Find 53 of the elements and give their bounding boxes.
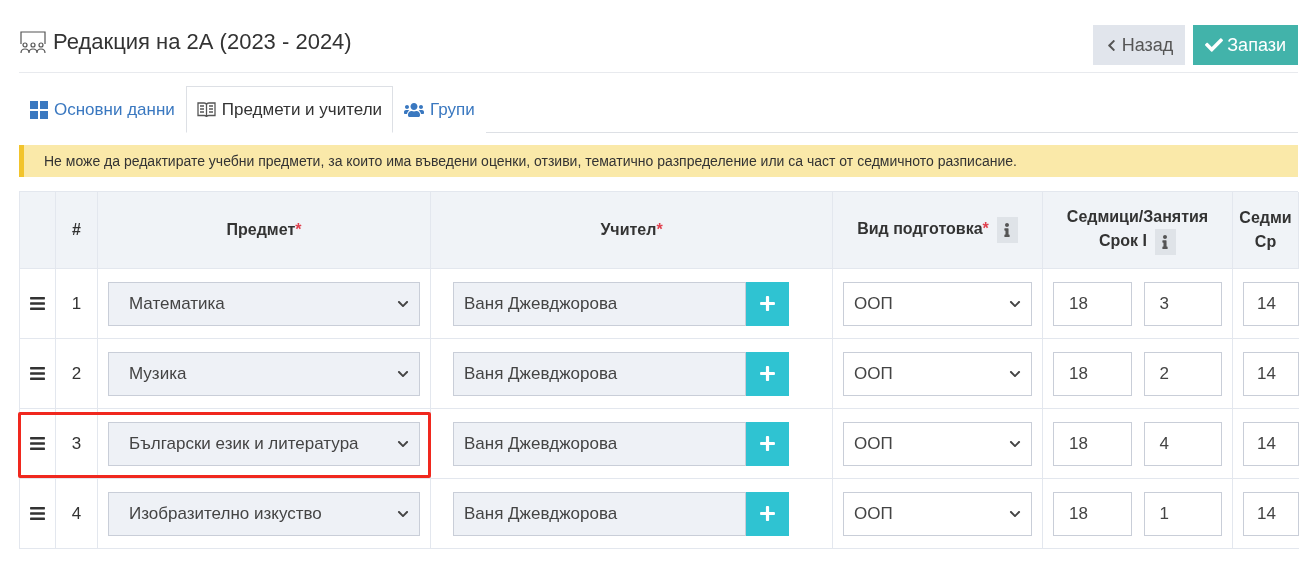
weeks-field[interactable]: 18 bbox=[1053, 351, 1132, 396]
plus-icon bbox=[759, 505, 776, 522]
row-number: 3 bbox=[71, 433, 82, 454]
plus-icon bbox=[759, 365, 776, 382]
users-icon bbox=[404, 100, 425, 120]
header-cell: Учител* bbox=[431, 192, 833, 269]
weeks-field[interactable]: 14 bbox=[1243, 421, 1299, 466]
lessons-field[interactable]: 4 bbox=[1143, 421, 1222, 466]
warning-alert: Не може да редактирате учебни предмети, за които има въведени оценки, отзиви, тематично разпределение или са част от седмичното разписание. bbox=[19, 145, 1298, 177]
weeks-field[interactable]: 14 bbox=[1243, 351, 1299, 396]
row-number: 1 bbox=[71, 293, 82, 314]
drag-handle-icon[interactable] bbox=[30, 365, 45, 382]
lessons-field[interactable]: 3 bbox=[1143, 281, 1222, 326]
book-icon bbox=[196, 101, 216, 118]
back-button[interactable]: Назад bbox=[1092, 25, 1186, 65]
weeks-field[interactable]: 18 bbox=[1053, 281, 1132, 326]
info-icon[interactable] bbox=[996, 217, 1018, 243]
subject-select[interactable]: Български език и литература bbox=[108, 421, 420, 466]
type-select[interactable]: ООП bbox=[843, 491, 1032, 536]
row-number: 4 bbox=[71, 503, 82, 524]
teacher-field[interactable]: Ваня Джевджорова bbox=[453, 281, 746, 326]
weeks-field[interactable]: 14 bbox=[1243, 281, 1299, 326]
weeks-field[interactable]: 14 bbox=[1243, 491, 1299, 536]
row-number: 2 bbox=[71, 363, 82, 384]
teacher-field[interactable]: Ваня Джевджорова bbox=[453, 351, 746, 396]
header-cell: Седмици/Занятия Срок I bbox=[1043, 192, 1233, 269]
subject-select[interactable]: Музика bbox=[108, 351, 420, 396]
tab[interactable]: Предмети и учители bbox=[185, 86, 394, 133]
check-icon bbox=[1205, 36, 1224, 54]
weeks-field[interactable]: 18 bbox=[1053, 491, 1132, 536]
type-select[interactable]: ООП bbox=[843, 281, 1032, 326]
lessons-field[interactable]: 2 bbox=[1143, 351, 1222, 396]
lessons-field[interactable]: 1 bbox=[1143, 491, 1222, 536]
grid-icon bbox=[30, 101, 48, 119]
type-select[interactable]: ООП bbox=[843, 421, 1032, 466]
drag-handle-icon[interactable] bbox=[30, 435, 45, 452]
page-title: Редакция на 2А (2023 - 2024) bbox=[53, 29, 352, 55]
header-cell: Предмет* bbox=[98, 192, 431, 269]
drag-handle-icon[interactable] bbox=[30, 505, 45, 522]
header-cell: Седми Ср bbox=[1233, 192, 1299, 269]
header-cell: # bbox=[56, 192, 98, 269]
subject-select[interactable]: Изобразително изкуство bbox=[108, 491, 420, 536]
subject-select[interactable]: Математика bbox=[108, 281, 420, 326]
plus-icon bbox=[759, 435, 776, 452]
teacher-field[interactable]: Ваня Джевджорова bbox=[453, 491, 746, 536]
plus-icon bbox=[759, 295, 776, 312]
classroom-icon bbox=[19, 30, 47, 54]
type-select[interactable]: ООП bbox=[843, 351, 1032, 396]
weeks-field[interactable]: 18 bbox=[1053, 421, 1132, 466]
drag-handle-icon[interactable] bbox=[30, 295, 45, 312]
teacher-field[interactable]: Ваня Джевджорова bbox=[453, 421, 746, 466]
header-cell: Вид подготовка* bbox=[833, 192, 1043, 269]
info-icon[interactable] bbox=[1155, 229, 1176, 255]
